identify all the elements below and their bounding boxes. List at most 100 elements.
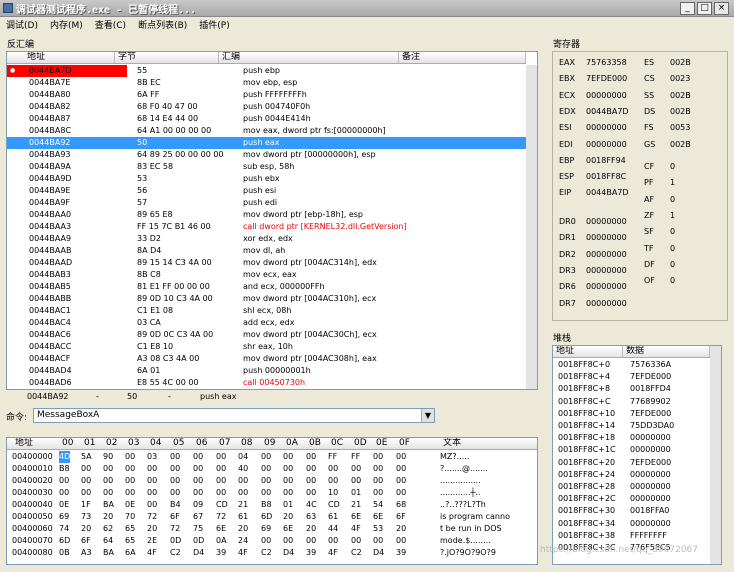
- hex-byte[interactable]: 00: [81, 463, 91, 475]
- hex-byte[interactable]: 00: [261, 475, 271, 487]
- hex-byte[interactable]: 00: [193, 463, 203, 475]
- disasm-row[interactable]: 0044BAAB 8A D4 mov dl, ah: [7, 245, 526, 257]
- hex-row[interactable]: 00400040 0E 1F BA 0E 00 B4 09 CD 21 B8 01 4C CD 21 54 68…: [7, 499, 527, 511]
- hex-row[interactable]: 00400020 00 00 00 00 00 00 00 00 00 00 00 00 00 00 00 00…: [7, 475, 527, 487]
- hex-byte[interactable]: 01: [351, 487, 361, 499]
- hex-row[interactable]: 00400050 69 73 20 70 72 6F 67 72 61 6D 20 63 61 6E 6E 6F…: [7, 511, 527, 523]
- disasm-row[interactable]: 0044BA9A 83 EC 58 sub esp, 58h: [7, 161, 526, 173]
- disasm-view[interactable]: 地址 字节 汇编 备注 ● 0044BA7D 55 push ebp 0044BA7E 8…: [6, 51, 538, 390]
- hex-byte[interactable]: 00: [216, 487, 226, 499]
- hex-byte[interactable]: BA: [103, 547, 114, 559]
- hex-byte[interactable]: 00: [147, 487, 157, 499]
- stack-row[interactable]: 0018FF8C+14 75DD3DA0: [553, 420, 713, 432]
- stack-row[interactable]: 0018FF8C+10 7EFDE000: [553, 408, 713, 420]
- hex-byte[interactable]: 00: [351, 475, 361, 487]
- hex-byte[interactable]: 00: [283, 451, 293, 463]
- hex-byte[interactable]: 00: [81, 475, 91, 487]
- hex-byte[interactable]: A3: [81, 547, 92, 559]
- disasm-row[interactable]: 0044BACF A3 08 C3 4A 00 mov dword ptr [004…: [7, 353, 526, 365]
- hex-byte[interactable]: 2E: [147, 535, 157, 547]
- disasm-row[interactable]: 0044BA9E 56 push esi: [7, 185, 526, 197]
- hex-col-7[interactable]: 06: [193, 438, 207, 449]
- hex-byte[interactable]: 75: [193, 523, 203, 535]
- hex-byte[interactable]: 00: [261, 463, 271, 475]
- reg-value[interactable]: 00000000: [586, 91, 627, 100]
- reg-value[interactable]: 0: [670, 276, 675, 285]
- stack-row[interactable]: 0018FF8C+C 77689902: [553, 396, 713, 408]
- disasm-row[interactable]: 0044BAC4 03 CA add ecx, edx: [7, 317, 526, 329]
- disasm-row[interactable]: 0044BAC1 C1 E1 08 shl ecx, 08h: [7, 305, 526, 317]
- stack-row[interactable]: 0018FF8C+18 00000000: [553, 432, 713, 444]
- hex-byte[interactable]: 4C: [306, 499, 317, 511]
- hex-byte[interactable]: 4F: [351, 523, 361, 535]
- hex-byte[interactable]: 00: [373, 475, 383, 487]
- hex-byte[interactable]: 00: [238, 475, 248, 487]
- hex-row[interactable]: 00400070 6D 6F 64 65 2E 0D 0D 0A 24 00 00 00 00 00 00 00…: [7, 535, 527, 547]
- hex-col-2[interactable]: 01: [81, 438, 95, 449]
- reg-value[interactable]: 0044BA7D: [586, 107, 629, 116]
- stack-row[interactable]: 0018FF8C+20 7EFDE000: [553, 457, 713, 469]
- hex-byte[interactable]: 00: [306, 463, 316, 475]
- hex-byte[interactable]: 00: [147, 463, 157, 475]
- reg-value[interactable]: 0: [670, 162, 675, 171]
- menu-debug[interactable]: 调试(D): [6, 18, 38, 31]
- reg-value[interactable]: 0044BA7D: [586, 188, 629, 197]
- hex-byte[interactable]: C2: [351, 547, 362, 559]
- hex-byte[interactable]: 00: [170, 451, 180, 463]
- disasm-row[interactable]: 0044BAD6 E8 55 4C 00 00 call 00450730h: [7, 377, 526, 389]
- hex-byte[interactable]: 20: [396, 523, 406, 535]
- reg-value[interactable]: 0018FF94: [586, 156, 626, 165]
- hexdump-view[interactable]: 地址 00 01 02 03 04 05 06 07 08 09 0A 0B 0C 0D 0E 0F 文本 004…: [6, 437, 538, 565]
- hex-byte[interactable]: 0B: [59, 547, 70, 559]
- command-combobox[interactable]: MessageBoxA ▼: [33, 408, 435, 423]
- hex-byte[interactable]: 00: [306, 451, 316, 463]
- reg-value[interactable]: 00000000: [586, 266, 627, 275]
- hex-col-4[interactable]: 03: [125, 438, 139, 449]
- reg-value[interactable]: 75763358: [586, 58, 627, 67]
- disasm-row[interactable]: 0044BAD4 6A 01 push 00000001h: [7, 365, 526, 377]
- stack-row[interactable]: 0018FF8C+30 0018FFA0: [553, 505, 713, 517]
- hex-byte[interactable]: 6D: [261, 511, 272, 523]
- hex-col-10[interactable]: 09: [261, 438, 275, 449]
- hex-byte[interactable]: 00: [396, 535, 406, 547]
- stack-col-addr[interactable]: 地址: [553, 346, 623, 357]
- reg-value[interactable]: 002B: [670, 107, 691, 116]
- hex-byte[interactable]: 54: [373, 499, 383, 511]
- disasm-row[interactable]: 0044BA8C 64 A1 00 00 00 00 mov eax, dword …: [7, 125, 526, 137]
- hex-byte[interactable]: FF: [351, 451, 360, 463]
- stack-row[interactable]: 0018FF8C+34 00000000: [553, 518, 713, 530]
- stack-view[interactable]: 地址 数据 0018FF8C+0 7576336A 0018FF8C+4 7EFDE0…: [552, 345, 722, 565]
- reg-value[interactable]: 1: [670, 211, 675, 220]
- disasm-row[interactable]: 0044BAB5 81 E1 FF 00 00 00 and ecx, 000000…: [7, 281, 526, 293]
- hex-byte[interactable]: 6E: [373, 511, 383, 523]
- menu-view[interactable]: 查看(C): [95, 18, 126, 31]
- hex-byte[interactable]: 00: [216, 463, 226, 475]
- hex-byte[interactable]: 40: [238, 463, 248, 475]
- hex-byte[interactable]: 00: [216, 475, 226, 487]
- hex-byte[interactable]: 09: [193, 499, 203, 511]
- hex-byte[interactable]: D4: [193, 547, 204, 559]
- disasm-row[interactable]: 0044BA9D 53 push ebx: [7, 173, 526, 185]
- hex-byte[interactable]: 20: [103, 511, 113, 523]
- hex-row[interactable]: 00400030 00 00 00 00 00 00 00 00 00 00 00 00 10 01 00 00…: [7, 487, 527, 499]
- hex-byte[interactable]: 1F: [81, 499, 91, 511]
- disasm-row[interactable]: 0044BA7E 8B EC mov ebp, esp: [7, 77, 526, 89]
- hex-byte[interactable]: 00: [283, 487, 293, 499]
- hex-byte[interactable]: 69: [59, 511, 69, 523]
- menu-plugins[interactable]: 插件(P): [199, 18, 229, 31]
- hex-byte[interactable]: 00: [193, 451, 203, 463]
- reg-value[interactable]: 0: [670, 260, 675, 269]
- stack-row[interactable]: 0018FF8C+24 00000000: [553, 469, 713, 481]
- title-bar[interactable]: 调试器测试程序.exe - 已暂停线程... _ □ ×: [0, 0, 734, 17]
- disasm-row[interactable]: 0044BAA3 FF 15 7C B1 46 00 call dword ptr …: [7, 221, 526, 233]
- hex-byte[interactable]: 74: [59, 523, 69, 535]
- hex-byte[interactable]: 00: [193, 487, 203, 499]
- hex-byte[interactable]: 39: [396, 547, 406, 559]
- hex-byte[interactable]: 00: [373, 535, 383, 547]
- chevron-down-icon[interactable]: ▼: [421, 409, 434, 422]
- hex-col-8[interactable]: 07: [216, 438, 230, 449]
- hex-byte[interactable]: 00: [170, 487, 180, 499]
- disasm-row[interactable]: ● 0044BA7D 55 push ebp: [7, 65, 526, 77]
- hex-byte[interactable]: 44: [328, 523, 338, 535]
- hex-byte[interactable]: 00: [59, 475, 69, 487]
